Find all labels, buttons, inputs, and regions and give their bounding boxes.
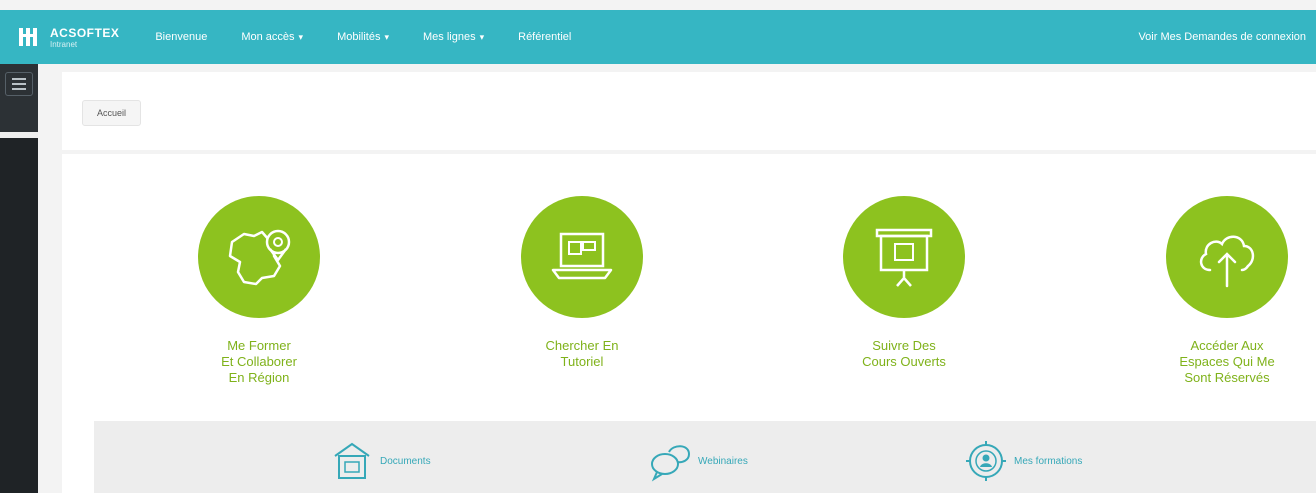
nav-item-label: Bienvenue: [155, 31, 208, 43]
chevron-down-icon: ▾: [384, 31, 390, 42]
menu-toggle-button[interactable]: [5, 72, 33, 96]
sidebar-divider: [0, 132, 38, 138]
main-panel: Me Former Et Collaborer En Région Cherch…: [62, 154, 1316, 493]
quick-link-webinaires[interactable]: Webinaires: [644, 435, 748, 487]
card-label: Accéder Aux Espaces Qui Me Sont Réservés: [1179, 338, 1275, 385]
nav-item-referentiel[interactable]: Référentiel: [518, 31, 571, 43]
card-icon-circle: [843, 196, 965, 318]
france-map-pin-icon: [228, 229, 291, 286]
quick-link-documents[interactable]: Documents: [326, 435, 431, 487]
card-acceder-espaces[interactable]: Accéder Aux Espaces Qui Me Sont Réservés: [1137, 196, 1316, 386]
brand-tagline: Intranet: [50, 39, 78, 49]
quick-link-label: Webinaires: [698, 455, 748, 467]
card-suivre-cours[interactable]: Suivre Des Cours Ouverts: [814, 196, 994, 370]
chevron-down-icon: ▾: [479, 31, 485, 42]
hamburger-icon-bar: [12, 78, 26, 80]
left-sidebar: [0, 64, 38, 493]
quick-links-strip: Documents Webinaires Mes formations: [94, 421, 1316, 493]
card-icon-circle: [521, 196, 643, 318]
cloud-upload-icon: [1199, 235, 1255, 288]
nav-item-label: Mobilités: [337, 31, 381, 43]
card-label: Me Former Et Collaborer En Région: [221, 338, 297, 385]
nav-item-label: Référentiel: [518, 31, 572, 43]
quick-link-label: Mes formations: [1014, 455, 1083, 467]
brand-name: ACSOFTEX: [50, 25, 120, 40]
user-link[interactable]: Voir Mes Demandes de connexion: [1138, 31, 1306, 43]
hamburger-icon-bar: [12, 88, 26, 90]
hamburger-icon-bar: [12, 83, 26, 85]
card-icon-circle: [1166, 196, 1288, 318]
target-person-icon: [960, 435, 1012, 487]
nav-item-label: Mes lignes: [423, 31, 476, 43]
brand-logo[interactable]: ACSOFTEX Intranet: [14, 23, 119, 51]
nav-item-label: Mon accès: [241, 31, 295, 43]
top-navbar: ACSOFTEX Intranet Bienvenue Mon accès ▾ …: [0, 10, 1316, 64]
calendar-house-icon: [326, 435, 378, 487]
quick-link-label: Documents: [380, 455, 431, 467]
card-icon-circle: [198, 196, 320, 318]
chevron-down-icon: ▾: [298, 31, 304, 42]
quick-link-formations[interactable]: Mes formations: [960, 435, 1082, 487]
nav-item-bienvenue[interactable]: Bienvenue: [155, 31, 207, 43]
breadcrumb-panel: Accueil: [62, 72, 1316, 150]
presentation-board-icon: [875, 228, 933, 287]
nav-item-mon-acces[interactable]: Mon accès ▾: [241, 31, 303, 43]
sidebar-header: [0, 64, 38, 132]
card-chercher-tutoriel[interactable]: Chercher En Tutoriel: [492, 196, 672, 370]
nav-item-mobilites[interactable]: Mobilités ▾: [337, 31, 389, 43]
card-former-collaborer[interactable]: Me Former Et Collaborer En Région: [169, 196, 349, 386]
logo-icon: [14, 23, 42, 51]
breadcrumb-item-home: Accueil: [97, 108, 127, 118]
main-nav: Bienvenue Mon accès ▾ Mobilités ▾ Mes li…: [155, 31, 605, 43]
card-label: Suivre Des Cours Ouverts: [862, 338, 946, 369]
nav-item-mes-lignes[interactable]: Mes lignes ▾: [423, 31, 484, 43]
breadcrumb[interactable]: Accueil: [82, 100, 142, 126]
card-label: Chercher En Tutoriel: [545, 338, 619, 369]
laptop-screen-icon: [551, 232, 613, 280]
chat-bubbles-icon: [644, 435, 696, 487]
